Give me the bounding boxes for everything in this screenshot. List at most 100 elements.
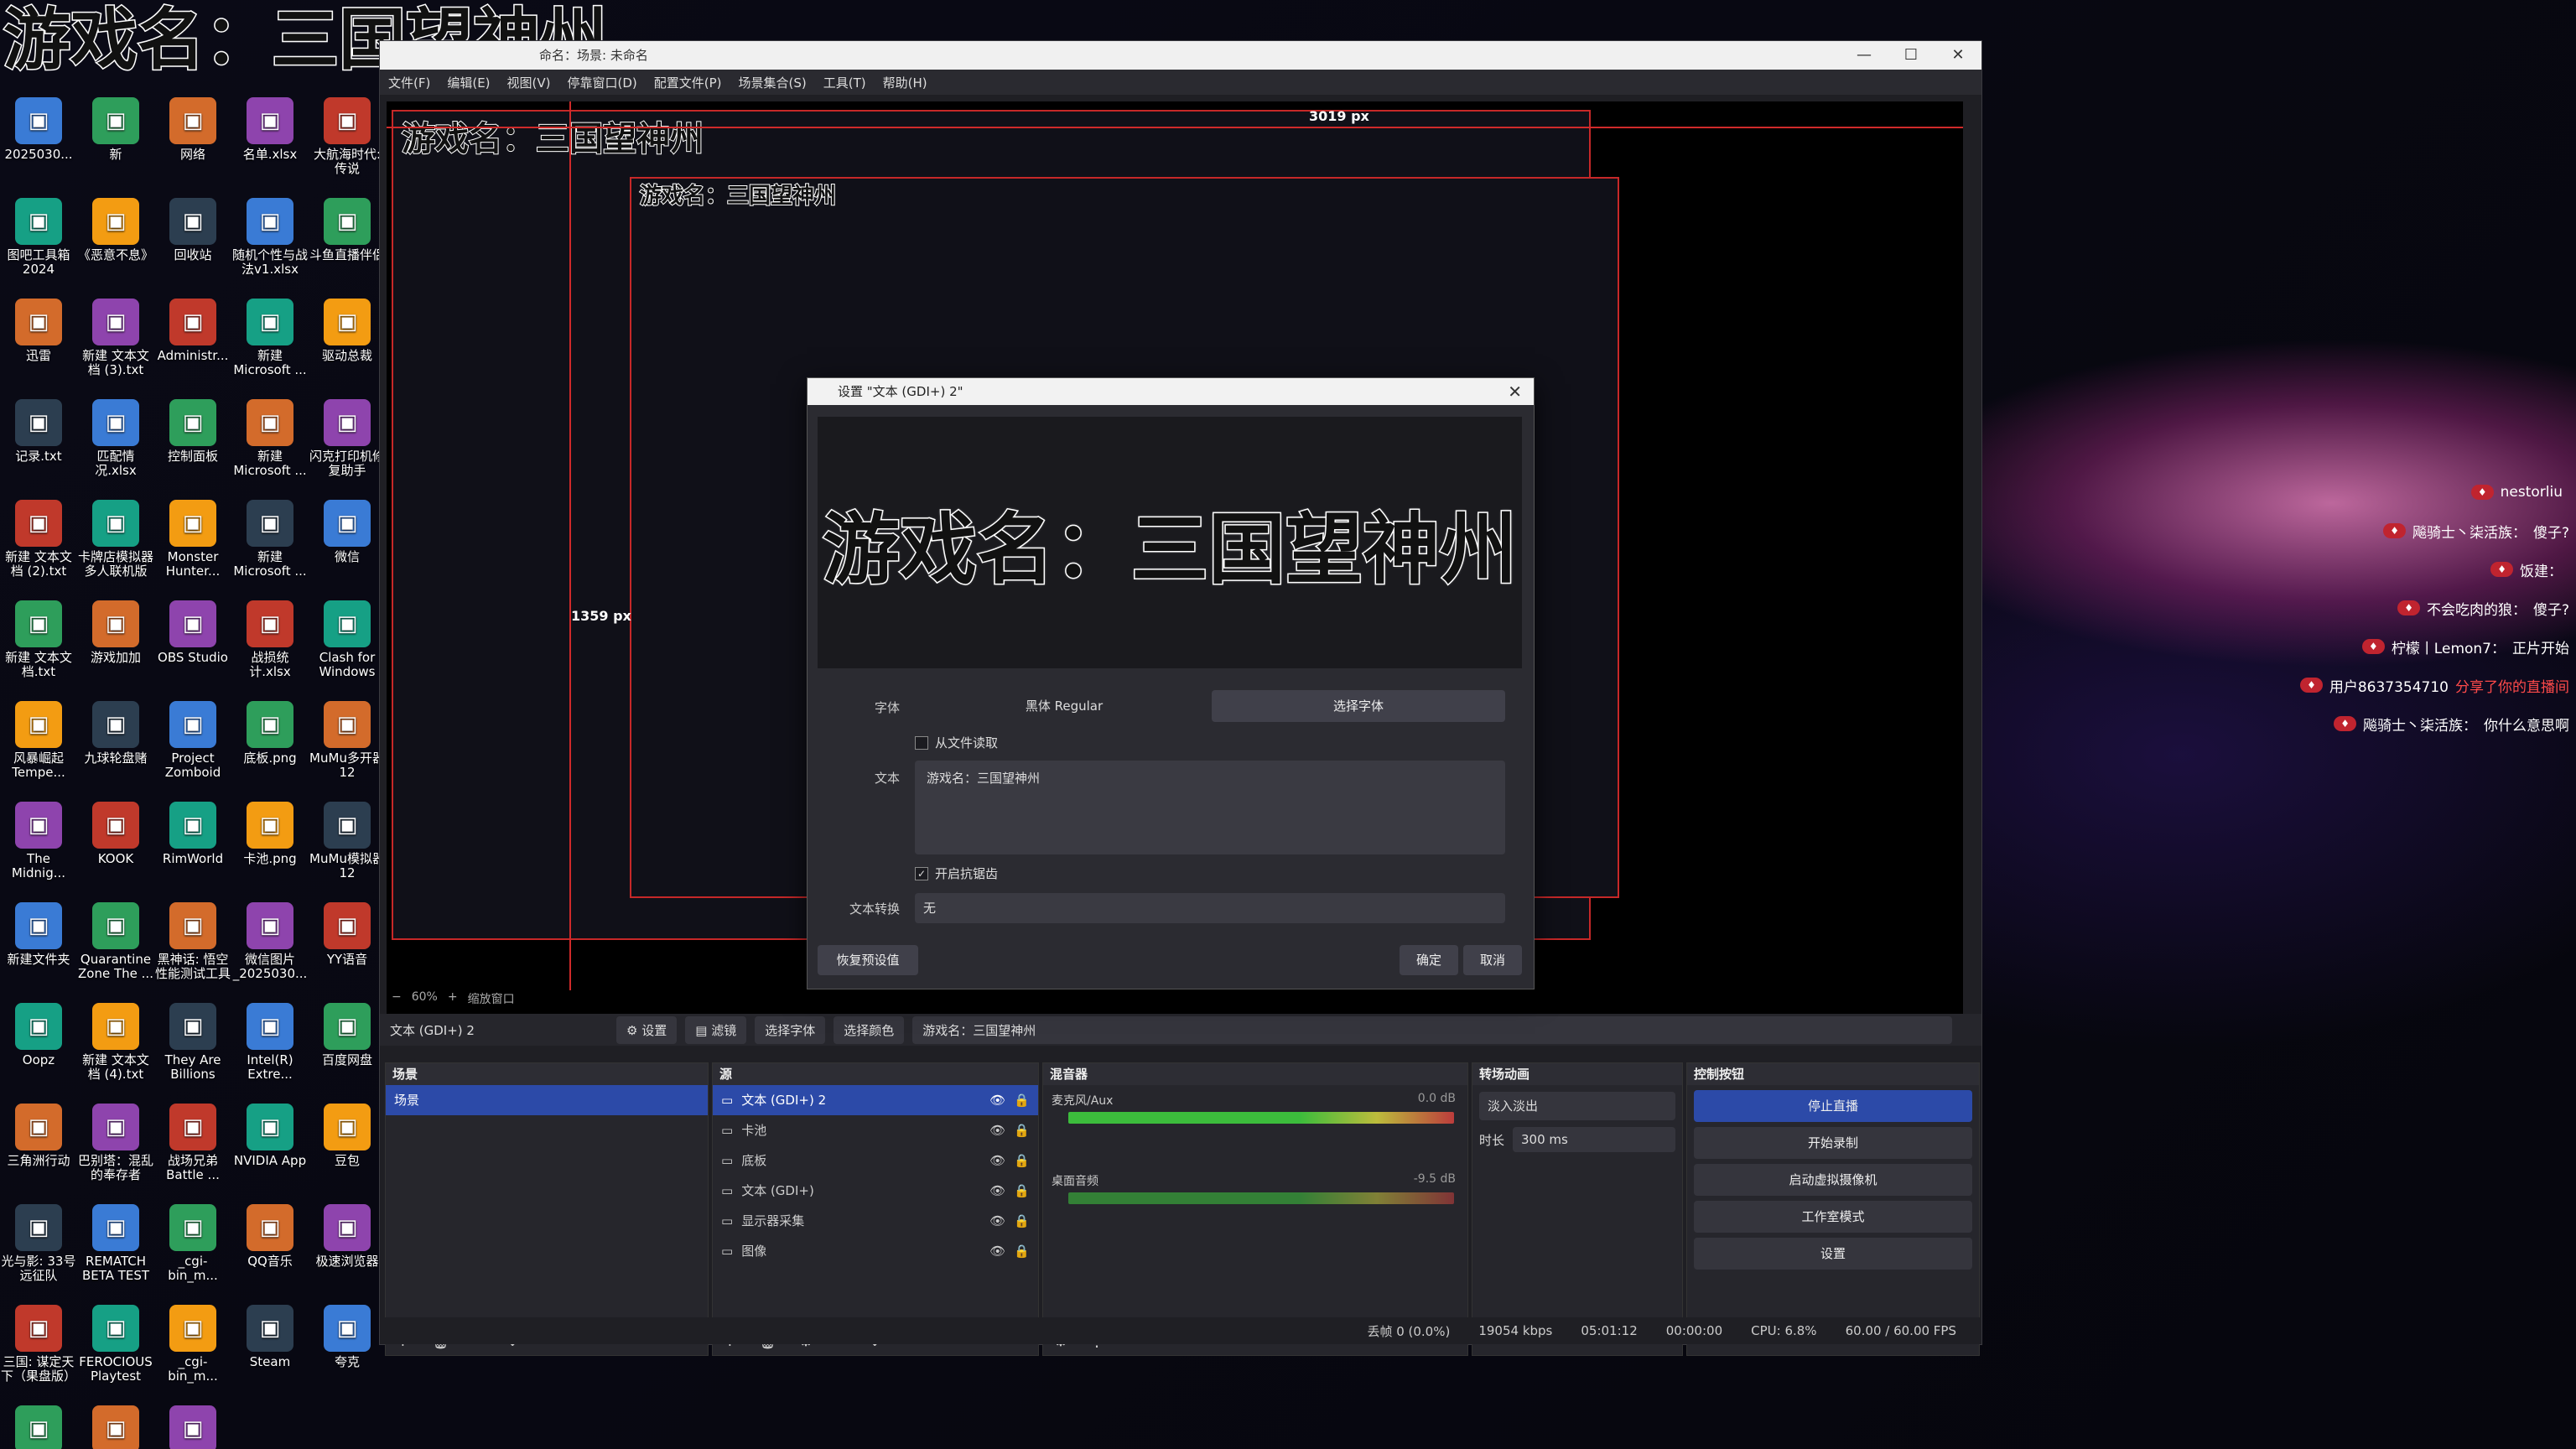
close-icon[interactable]: ✕ xyxy=(1508,378,1522,405)
desktop-icon[interactable]: ▣ 《恶意不息》 xyxy=(77,195,154,295)
desktop-icon[interactable]: ▣ 2025030... xyxy=(0,94,77,195)
choose-font-button[interactable]: 选择字体 xyxy=(755,1015,826,1044)
desktop-icon[interactable]: ▣ They Are Billions xyxy=(154,1000,231,1100)
desktop-icon[interactable]: ▣ REMATCH BETA TEST xyxy=(77,1201,154,1301)
desktop-icon[interactable]: ▣ 记录.txt xyxy=(0,396,77,496)
desktop-icon[interactable]: ▣ 新建 Microsoft ... xyxy=(231,396,309,496)
desktop-icon[interactable]: ▣ 卡牌店模拟器多人联机版 xyxy=(77,496,154,597)
desktop-icon[interactable]: ▣ 新建 文本文档 (2).txt xyxy=(0,496,77,597)
menu-item[interactable]: 编辑(E) xyxy=(447,74,490,91)
lock-icon[interactable]: 🔒 xyxy=(1014,1085,1030,1115)
source-settings-button[interactable]: ⚙ 设置 xyxy=(616,1015,678,1044)
desktop-icon[interactable]: ▣ NVIDIA App xyxy=(231,1100,309,1201)
desktop-icon[interactable]: ▣Dune Awakenin... xyxy=(77,1402,154,1449)
source-item[interactable]: ▭ 图像 👁 🔒 xyxy=(713,1236,1038,1266)
zoom-in-button[interactable]: + xyxy=(448,990,458,1007)
desktop-icon[interactable]: ▣ 新建文件夹 xyxy=(0,899,77,1000)
desktop-icon[interactable]: ▣ QQ音乐 xyxy=(231,1201,309,1301)
minimize-icon[interactable]: — xyxy=(1841,41,1888,70)
desktop-icon[interactable]: ▣ 控制面板 xyxy=(154,396,231,496)
maximize-icon[interactable]: ☐ xyxy=(1888,41,1935,70)
desktop-icon[interactable]: ▣ 新 xyxy=(77,94,154,195)
lock-icon[interactable]: 🔒 xyxy=(1014,1236,1030,1266)
ok-button[interactable]: 确定 xyxy=(1400,945,1458,975)
settings-button[interactable]: 设置 xyxy=(1694,1238,1972,1270)
transform-select[interactable]: 无 xyxy=(915,893,1505,923)
desktop-icon[interactable]: ▣ Monster Hunter... xyxy=(154,496,231,597)
menu-item[interactable]: 文件(F) xyxy=(388,74,430,91)
scene-item[interactable]: 场景 xyxy=(386,1085,708,1115)
desktop-icon[interactable]: ▣ 战损统计.xlsx xyxy=(231,597,309,698)
menu-item[interactable]: 停靠窗口(D) xyxy=(568,74,637,91)
desktop-icon[interactable]: ▣ YY语音 xyxy=(309,899,386,1000)
desktop-icon[interactable]: ▣ Administr... xyxy=(154,295,231,396)
source-item[interactable]: ▭ 底板 👁 🔒 xyxy=(713,1145,1038,1176)
desktop-icon[interactable]: ▣ 迅雷 xyxy=(0,295,77,396)
source-filters-button[interactable]: ▤ 滤镜 xyxy=(685,1015,747,1044)
desktop-icon[interactable]: ▣ Clash for Windows xyxy=(309,597,386,698)
source-text-field[interactable]: 游戏名：三国望神州 xyxy=(912,1015,1953,1044)
desktop-icon[interactable]: ▣ FEROCIOUS Playtest xyxy=(77,1301,154,1402)
lock-icon[interactable]: 🔒 xyxy=(1014,1206,1030,1236)
desktop-icon[interactable]: ▣ 三角洲行动 xyxy=(0,1100,77,1201)
visibility-icon[interactable]: 👁 xyxy=(989,1115,1005,1145)
desktop-icon[interactable]: ▣ 图吧工具箱2024 xyxy=(0,195,77,295)
lock-icon[interactable]: 🔒 xyxy=(1014,1176,1030,1206)
desktop-icon[interactable]: ▣ RimWorld xyxy=(154,798,231,899)
studio-mode-button[interactable]: 工作室模式 xyxy=(1694,1201,1972,1233)
menu-item[interactable]: 视图(V) xyxy=(507,74,551,91)
zoom-out-button[interactable]: − xyxy=(392,990,402,1007)
virtual-camera-button[interactable]: 启动虚拟摄像机 xyxy=(1694,1164,1972,1196)
desktop-icon[interactable]: ▣ 新建 文本文档 (4).txt xyxy=(77,1000,154,1100)
source-item[interactable]: ▭ 显示器采集 👁 🔒 xyxy=(713,1206,1038,1236)
desktop-icon[interactable]: ▣ 大航海时代:传说 xyxy=(309,94,386,195)
desktop-icon[interactable]: ▣ 夸克 xyxy=(309,1301,386,1402)
checkbox-icon[interactable] xyxy=(915,735,928,750)
choose-color-button[interactable]: 选择颜色 xyxy=(834,1015,905,1044)
menu-item[interactable]: 工具(T) xyxy=(823,74,866,91)
desktop-icon[interactable]: ▣ Intel(R) Extre... xyxy=(231,1000,309,1100)
start-recording-button[interactable]: 开始录制 xyxy=(1694,1127,1972,1159)
stop-stream-button[interactable]: 停止直播 xyxy=(1694,1090,1972,1122)
desktop-icon[interactable]: ▣ Quarantine Zone The ... xyxy=(77,899,154,1000)
desktop-icon[interactable]: ▣ 新建 Microsoft ... xyxy=(231,295,309,396)
text-input[interactable]: 游戏名：三国望神州 xyxy=(915,761,1505,854)
desktop-icon[interactable]: ▣ 底板.png xyxy=(231,698,309,798)
antialias-checkbox[interactable]: ✓ 开启抗锯齿 xyxy=(915,865,998,882)
desktop-icon[interactable]: ▣ 微信 xyxy=(309,496,386,597)
zoom-label[interactable]: 缩放窗口 xyxy=(468,990,515,1007)
desktop-icon[interactable]: ▣ 斗鱼直播伴侣 xyxy=(309,195,386,295)
duration-input[interactable]: 300 ms xyxy=(1513,1127,1675,1152)
desktop-icon[interactable]: ▣ 闪克打印机修复助手 xyxy=(309,396,386,496)
desktop-icon[interactable]: ▣ 九球轮盘赌 xyxy=(77,698,154,798)
desktop-icon[interactable]: ▣ MuMu多开器12 xyxy=(309,698,386,798)
desktop-icon[interactable]: ▣ 游戏加加 xyxy=(77,597,154,698)
desktop-icon[interactable]: ▣ KOOK xyxy=(77,798,154,899)
transition-select[interactable]: 淡入淡出 xyxy=(1479,1092,1675,1120)
desktop-icon[interactable]: ▣ 新建 文本文档 (3).txt xyxy=(77,295,154,396)
desktop-icon[interactable]: ▣ 光与影: 33号远征队 xyxy=(0,1201,77,1301)
source-item[interactable]: ▭ 卡池 👁 🔒 xyxy=(713,1115,1038,1145)
lock-icon[interactable]: 🔒 xyxy=(1014,1115,1030,1145)
desktop-icon[interactable]: ▣ Steam xyxy=(231,1301,309,1402)
checkbox-checked-icon[interactable]: ✓ xyxy=(915,866,928,880)
desktop-icon[interactable]: ▣ 新建 文本文档.txt xyxy=(0,597,77,698)
desktop-icon[interactable]: ▣副本s7茶家军军费统计... xyxy=(0,1402,77,1449)
desktop-icon[interactable]: ▣ The Midnig... xyxy=(0,798,77,899)
desktop-icon[interactable]: ▣ Oopz xyxy=(0,1000,77,1100)
close-icon[interactable]: ✕ xyxy=(1935,41,1981,70)
lock-icon[interactable]: 🔒 xyxy=(1014,1145,1030,1176)
desktop-icon[interactable]: ▣ MuMu模拟器12 xyxy=(309,798,386,899)
visibility-icon[interactable]: 👁 xyxy=(989,1206,1005,1236)
cancel-button[interactable]: 取消 xyxy=(1463,945,1522,975)
desktop-icon[interactable]: ▣坦克营地助手 xyxy=(154,1402,231,1449)
desktop-icon[interactable]: ▣ 卡池.png xyxy=(231,798,309,899)
menu-item[interactable]: 场景集合(S) xyxy=(739,74,807,91)
visibility-icon[interactable]: 👁 xyxy=(989,1236,1005,1266)
desktop-icon[interactable]: ▣ 微信图片_2025030... xyxy=(231,899,309,1000)
desktop-icon[interactable]: ▣ 随机个性与战法v1.xlsx xyxy=(231,195,309,295)
visibility-icon[interactable]: 👁 xyxy=(989,1145,1005,1176)
menu-item[interactable]: 帮助(H) xyxy=(883,74,927,91)
desktop-icon[interactable]: ▣ 三国: 谋定天下（果盘版） xyxy=(0,1301,77,1402)
source-item[interactable]: ▭ 文本 (GDI+) 👁 🔒 xyxy=(713,1176,1038,1206)
